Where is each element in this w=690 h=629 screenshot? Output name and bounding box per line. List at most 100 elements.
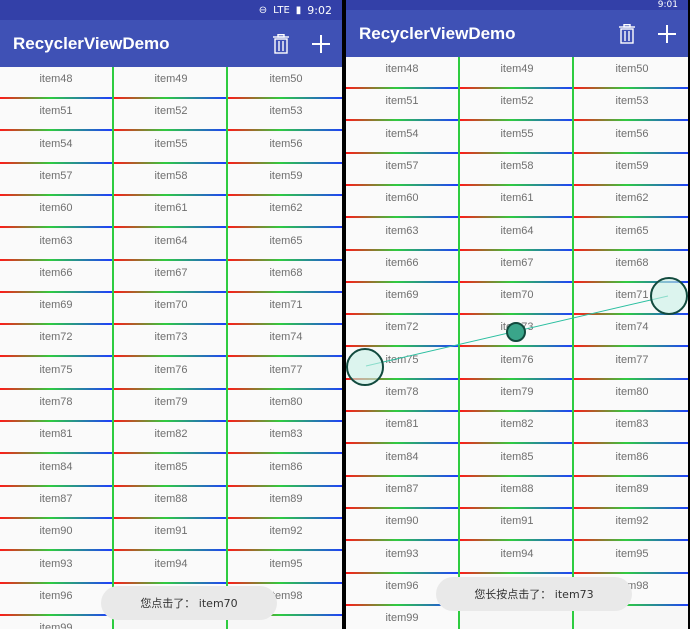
grid-item[interactable]: item76	[114, 357, 228, 390]
grid-item-label: item94	[154, 557, 188, 570]
grid-item-label: item89	[269, 492, 303, 505]
grid-item-label: item51	[39, 105, 73, 118]
dnd-icon: ⊖	[258, 4, 268, 16]
grid-item[interactable]: item87	[0, 486, 112, 519]
grid-item-label: item57	[39, 169, 73, 182]
grid-item[interactable]: item73	[114, 325, 228, 358]
grid-item[interactable]: item68	[228, 260, 342, 293]
grid-item-label: item68	[269, 266, 303, 279]
grid-item-label: item60	[39, 202, 73, 215]
grid-item[interactable]: item88	[114, 486, 228, 519]
grid-item[interactable]: item85	[114, 454, 228, 487]
grid-item[interactable]: item75	[0, 357, 112, 390]
grid-item-label: item88	[154, 492, 188, 505]
toast-message: 您点击了： item70	[101, 586, 277, 620]
grid-item[interactable]: item91	[114, 519, 228, 552]
grid-item[interactable]: item90	[0, 519, 112, 552]
grid-item[interactable]: item86	[228, 454, 342, 487]
touch-point-indicator	[506, 322, 526, 342]
grid-item[interactable]: item96	[0, 583, 112, 616]
grid-item[interactable]: item94	[114, 551, 228, 584]
grid-item[interactable]: item64	[114, 228, 228, 261]
grid-item-label: item52	[154, 105, 188, 118]
grid-item[interactable]: item70	[114, 293, 228, 326]
grid-item[interactable]: item51	[0, 99, 112, 132]
grid-item[interactable]: item49	[114, 67, 228, 99]
grid-item-label: item91	[154, 525, 188, 538]
status-bar: ⊖ LTE ▮ 9:02	[0, 0, 342, 20]
grid-item[interactable]: item79	[114, 390, 228, 422]
grid-item-label: item69	[39, 299, 73, 312]
grid-item-label: item92	[269, 525, 303, 538]
grid-item-label: item78	[39, 396, 73, 408]
grid-item-label: item58	[154, 169, 188, 182]
grid-item[interactable]: item62	[228, 196, 342, 229]
grid-item[interactable]: item89	[228, 486, 342, 519]
grid-item-label: item82	[154, 428, 188, 441]
app-title: RecyclerViewDemo	[13, 33, 170, 53]
grid-item[interactable]: item53	[228, 99, 342, 132]
grid-item[interactable]: item56	[228, 131, 342, 164]
grid-item[interactable]: item92	[228, 519, 342, 552]
grid-item-label: item77	[269, 363, 303, 376]
grid-item-label: item74	[269, 331, 303, 344]
grid-item[interactable]: item55	[114, 131, 228, 164]
grid-item[interactable]: item74	[228, 325, 342, 358]
grid-item-label: item59	[269, 169, 303, 182]
grid-item[interactable]: item84	[0, 454, 112, 487]
grid-item[interactable]: item61	[114, 196, 228, 229]
grid-item[interactable]: item52	[114, 99, 228, 132]
grid-item-label: item79	[154, 396, 188, 408]
grid-item[interactable]: item71	[228, 293, 342, 326]
plus-icon[interactable]	[310, 33, 332, 55]
grid-item-label: item66	[39, 266, 73, 279]
grid-item-label: item99	[39, 622, 73, 629]
grid-item[interactable]: item66	[0, 260, 112, 293]
left-screen: ⊖ LTE ▮ 9:02 RecyclerViewDemo item48 item…	[0, 0, 342, 629]
grid-item[interactable]: item54	[0, 131, 112, 164]
grid-item-label: item96	[39, 589, 73, 602]
column-divider	[112, 67, 114, 629]
grid-item-label: item56	[269, 137, 303, 150]
grid-item-label: item85	[154, 460, 188, 473]
grid-item[interactable]: item67	[114, 260, 228, 293]
grid-item[interactable]: item93	[0, 551, 112, 584]
grid-item-label: item73	[154, 331, 188, 344]
grid-item[interactable]: item58	[114, 163, 228, 196]
grid-item[interactable]: item72	[0, 325, 112, 358]
touch-end-indicator	[650, 277, 688, 315]
grid-item-label: item65	[269, 234, 303, 247]
grid-item[interactable]: item77	[228, 357, 342, 390]
grid-item[interactable]: item78	[0, 390, 112, 422]
grid-item[interactable]: item99	[0, 616, 112, 629]
app-bar: RecyclerViewDemo	[0, 20, 342, 67]
grid-item-label: item70	[154, 299, 188, 312]
grid-item-label: item72	[39, 331, 73, 344]
grid-item-label: item50	[269, 73, 303, 85]
grid-item[interactable]: item59	[228, 163, 342, 196]
trash-icon[interactable]	[270, 33, 292, 55]
grid-item-label: item49	[154, 73, 188, 85]
grid-item[interactable]: item82	[114, 422, 228, 455]
grid-item-label: item54	[39, 137, 73, 150]
grid-item[interactable]: item57	[0, 163, 112, 196]
grid-item[interactable]: item65	[228, 228, 342, 261]
grid-item[interactable]: item81	[0, 422, 112, 455]
grid-item[interactable]: item95	[228, 551, 342, 584]
right-screen: 9:01 RecyclerViewDemo item48 item49 item50…	[346, 0, 688, 629]
grid-item[interactable]: item69	[0, 293, 112, 326]
recycler-grid[interactable]: item48 item49 item50 item51 item52 item53 item…	[0, 67, 342, 629]
grid-item[interactable]: item80	[228, 390, 342, 422]
grid-item-label: item86	[269, 460, 303, 473]
battery-icon: ▮	[295, 4, 302, 16]
grid-item-label: item84	[39, 460, 73, 473]
grid-item-label: item67	[154, 266, 188, 279]
grid-item-label: item64	[154, 234, 188, 247]
grid-item[interactable]: item60	[0, 196, 112, 229]
grid-item[interactable]: item83	[228, 422, 342, 455]
grid-item[interactable]: item50	[228, 67, 342, 99]
grid-item[interactable]: item48	[0, 67, 112, 99]
touch-start-indicator	[346, 348, 384, 386]
grid-item-label: item87	[39, 492, 73, 505]
grid-item[interactable]: item63	[0, 228, 112, 261]
